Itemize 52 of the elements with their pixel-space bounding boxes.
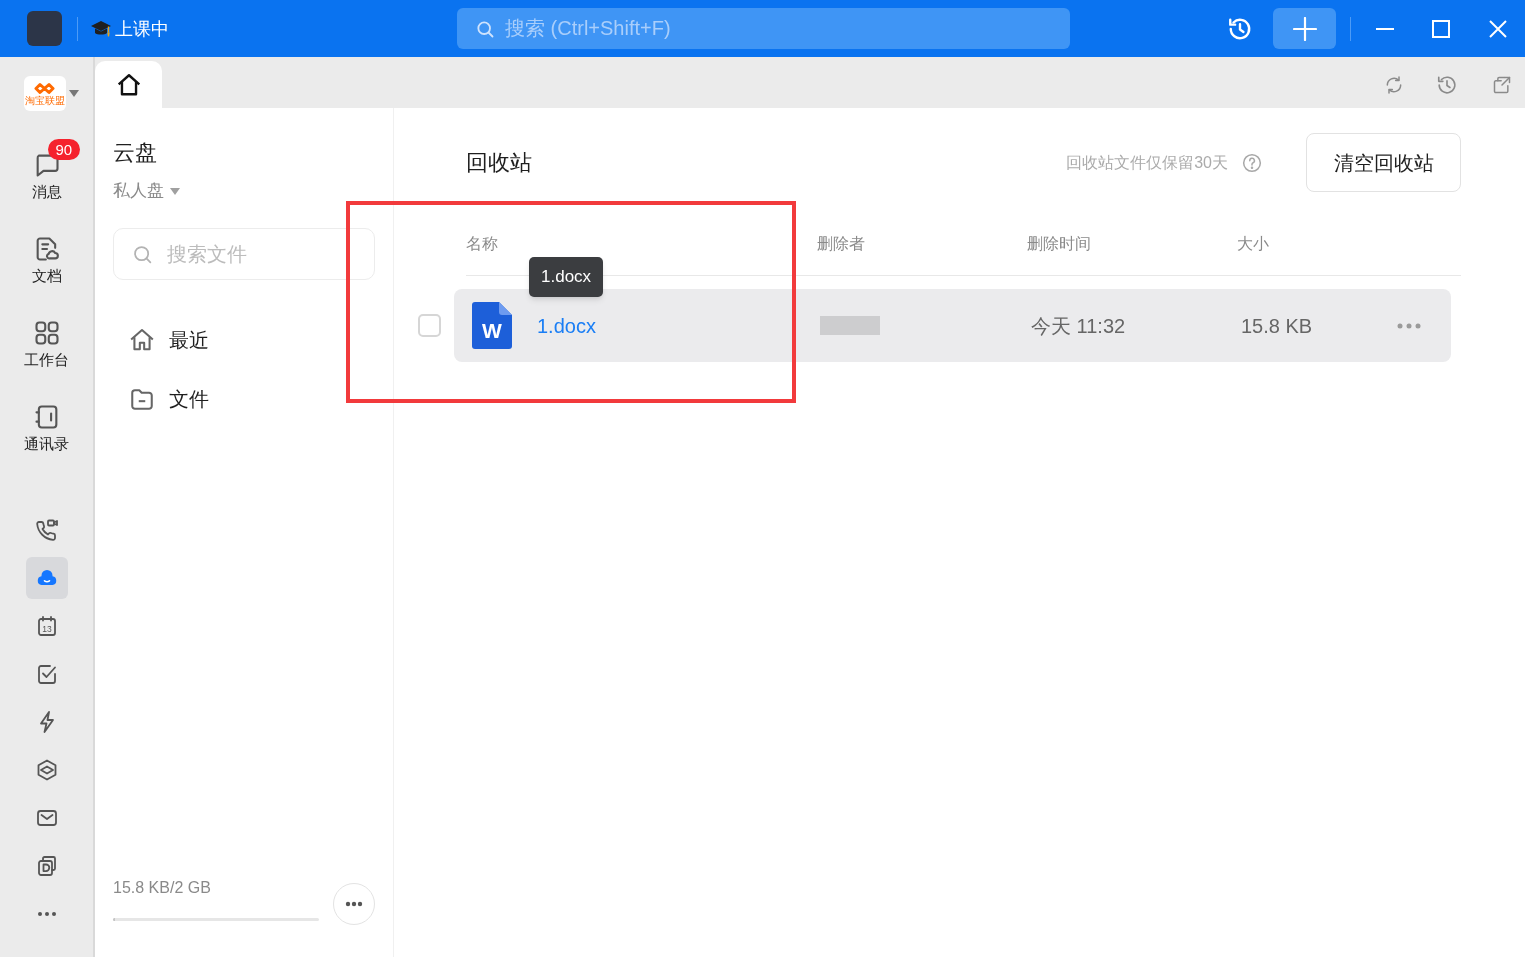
status-text: 上课中: [115, 17, 169, 41]
row-checkbox[interactable]: [418, 314, 441, 337]
column-header: 名称: [466, 234, 498, 252]
storage-usage: 15.8 KB/2 GB: [113, 878, 212, 898]
search-icon: [475, 18, 495, 39]
add-button[interactable]: [1273, 8, 1336, 49]
file-size: 15.8 KB: [1241, 314, 1313, 337]
file-search-field[interactable]: 搜索文件: [113, 228, 375, 280]
refresh-icon[interactable]: [1384, 75, 1404, 95]
logo-mark-icon: [34, 81, 56, 95]
home-icon: [129, 326, 155, 353]
open-in-window-icon[interactable]: [1492, 75, 1512, 95]
sidebar-tool-button[interactable]: [25, 557, 68, 599]
empty-bin-button[interactable]: 清空回收站: [1306, 133, 1461, 192]
grid-icon: [32, 318, 61, 347]
tooltip: 1.docx: [529, 257, 604, 297]
sidebar-nav-item[interactable]: 工作台: [0, 301, 93, 385]
panel-title: 云盘: [113, 139, 158, 167]
history-icon[interactable]: [1436, 74, 1458, 96]
unread-badge: 90: [47, 138, 81, 160]
more-button[interactable]: [333, 883, 375, 925]
maximize-icon[interactable]: [1431, 18, 1451, 39]
column-header: 删除时间: [1027, 234, 1091, 252]
search-icon: [132, 243, 153, 265]
more-icon: [345, 901, 363, 907]
word-document-icon: W: [472, 302, 512, 349]
more-icon[interactable]: [1397, 322, 1421, 329]
column-header: 大小: [1237, 234, 1269, 252]
retention-note: 回收站文件仅保留30天: [1066, 152, 1228, 173]
page-title: 回收站: [466, 148, 532, 177]
sidebar-nav-item[interactable]: 通讯录: [0, 385, 93, 469]
deleted-time: 今天 11:32: [1031, 314, 1126, 337]
close-icon[interactable]: [1488, 18, 1508, 39]
space-selector[interactable]: 私人盘: [113, 179, 164, 203]
sidebar-nav-item[interactable]: 文档: [0, 217, 93, 301]
home-icon: [115, 71, 142, 98]
file-row[interactable]: W 1.docx 今天 11:32 15.8 KB: [454, 289, 1451, 362]
sidebar-tool-button[interactable]: 13: [25, 605, 68, 647]
column-header: 删除者: [817, 234, 865, 252]
caret-down-icon[interactable]: [170, 187, 180, 195]
home-tab[interactable]: [95, 61, 162, 108]
logo-text: 淘宝联盟: [25, 94, 65, 106]
drive-nav-item[interactable]: 文件: [113, 369, 375, 428]
drive-nav-item[interactable]: 最近: [113, 310, 375, 369]
help-icon[interactable]: [1242, 152, 1262, 173]
search-field[interactable]: 搜索 (Ctrl+Shift+F): [457, 8, 1070, 49]
phone-video-icon: [34, 518, 59, 542]
more-icon: [36, 911, 57, 917]
caret-down-icon[interactable]: [69, 90, 79, 97]
sidebar-nav-item[interactable]: 90 消息: [0, 133, 93, 217]
graduation-cap-icon: [91, 19, 111, 38]
plus-icon: [1292, 16, 1317, 41]
